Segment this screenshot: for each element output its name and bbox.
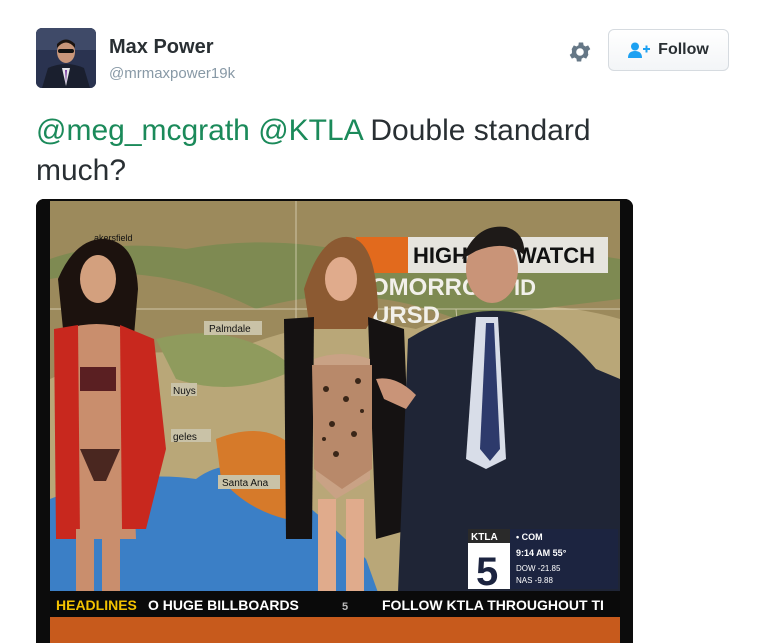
display-name[interactable]: Max Power bbox=[109, 36, 213, 59]
channel-number: 5 bbox=[476, 550, 498, 594]
tweet-text: @meg_mcgrath @KTLA Double standard much? bbox=[36, 111, 686, 191]
avatar[interactable] bbox=[36, 28, 96, 88]
username-handle[interactable]: @mrmaxpower19k bbox=[109, 65, 235, 82]
time-temp: 9:14 AM 55° bbox=[516, 548, 567, 558]
dow-value: DOW -21.85 bbox=[516, 564, 561, 573]
ticker-item: FOLLOW KTLA THROUGHOUT TI bbox=[382, 597, 604, 613]
mention-link[interactable]: @meg_mcgrath bbox=[36, 114, 250, 147]
banner-right: WATCH bbox=[516, 243, 595, 268]
banner-line2-end: ID bbox=[514, 275, 536, 300]
map-label: Santa Ana bbox=[222, 478, 269, 489]
follow-label: Follow bbox=[658, 41, 709, 58]
news-ticker: HEADLINES O HUGE BILLBOARDS 5 FOLLOW KTL… bbox=[50, 591, 620, 643]
mention-link[interactable]: @KTLA bbox=[258, 114, 362, 147]
station-name: KTLA bbox=[471, 532, 498, 543]
map-label: Nuys bbox=[173, 386, 196, 397]
add-user-icon bbox=[628, 42, 651, 58]
map-label: geles bbox=[173, 432, 197, 443]
gear-icon[interactable] bbox=[567, 39, 593, 65]
ktla-logo: KTLA 5 • COM 9:14 AM 55° DOW -21.85 NAS … bbox=[468, 529, 618, 594]
tweet-media-image[interactable]: akersfield Palmdale Nuys geles Santa Ana… bbox=[36, 199, 633, 643]
ticker-separator: 5 bbox=[342, 601, 348, 613]
follow-button[interactable]: Follow bbox=[608, 29, 729, 71]
banner-line2: OMORRO bbox=[370, 274, 481, 301]
station-web: • COM bbox=[516, 532, 543, 542]
nas-value: NAS -9.88 bbox=[516, 576, 553, 585]
ticker-item: O HUGE BILLBOARDS bbox=[148, 597, 299, 613]
banner-left: HIGH bbox=[413, 243, 468, 268]
tweet-card: Max Power @mrmaxpower19k Follow @meg_mcg… bbox=[0, 0, 770, 643]
map-label: Palmdale bbox=[209, 324, 251, 335]
ticker-headlines: HEADLINES bbox=[56, 597, 137, 613]
